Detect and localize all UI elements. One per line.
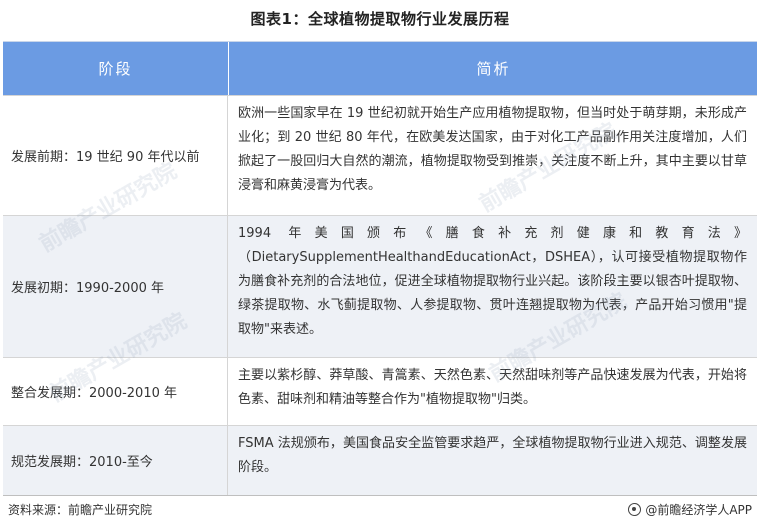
stage-cell: 发展初期：1990-2000 年 — [3, 216, 228, 357]
table-header: 阶段 简析 — [3, 42, 757, 95]
qianzhan-logo-icon — [628, 503, 642, 516]
footer: 资料来源：前瞻产业研究院 @前瞻经济学人APP — [0, 501, 760, 521]
stage-cell: 整合发展期：2000-2010 年 — [3, 358, 228, 425]
analysis-cell: 1994 年美国颁布《膳食补充剂健康和教育法》（DietarySupplemen… — [238, 226, 747, 337]
analysis-cell: 主要以紫杉醇、莽草酸、青篙素、天然色素、天然甜味剂等产品快速发展为代表，开始将色… — [238, 368, 747, 407]
source-note: 资料来源：前瞻产业研究院 — [8, 503, 153, 517]
stage-cell: 规范发展期：2010-至今 — [3, 426, 228, 495]
stage-cell: 发展前期：19 世纪 90 年代以前 — [3, 96, 228, 215]
history-table: 阶段 简析 发展前期：19 世纪 90 年代以前 欧洲一些国家早在 19 世纪初… — [3, 41, 757, 496]
header-stage: 阶段 — [3, 42, 229, 95]
analysis-cell: FSMA 法规颁布，美国食品安全监管要求趋严，全球植物提取物行业进入规范、调整发… — [238, 436, 747, 475]
table-bottom-border — [3, 495, 757, 496]
table-row: 发展前期：19 世纪 90 年代以前 欧洲一些国家早在 19 世纪初就开始生产应… — [3, 95, 757, 215]
brand-label: @前瞻经济学人APP — [645, 503, 752, 517]
table-row: 整合发展期：2000-2010 年 主要以紫杉醇、莽草酸、青篙素、天然色素、天然… — [3, 357, 757, 425]
brand-credit: @前瞻经济学人APP — [628, 501, 752, 518]
analysis-cell: 欧洲一些国家早在 19 世纪初就开始生产应用植物提取物，但当时处于萌芽期，未形成… — [238, 106, 747, 193]
table-row: 规范发展期：2010-至今 FSMA 法规颁布，美国食品安全监管要求趋严，全球植… — [3, 425, 757, 495]
page-title: 图表1：全球植物提取物行业发展历程 — [250, 10, 510, 28]
table-row: 发展初期：1990-2000 年 1994 年美国颁布《膳食补充剂健康和教育法》… — [3, 215, 757, 357]
header-analysis: 简析 — [476, 60, 511, 78]
